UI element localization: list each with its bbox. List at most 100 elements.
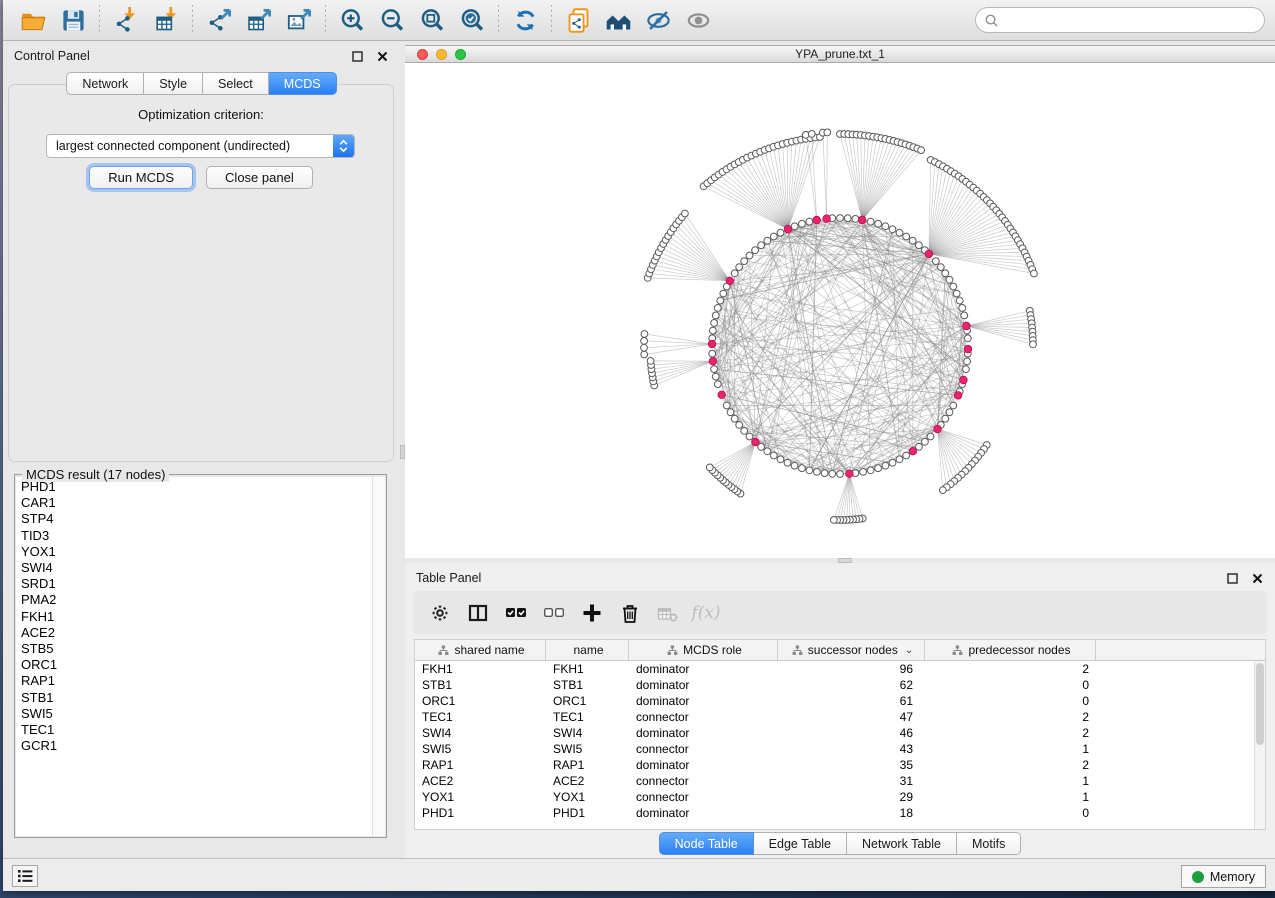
cell-name[interactable]: SWI5: [546, 741, 629, 757]
cell-mcds-role[interactable]: connector: [629, 709, 778, 725]
cell-successor-nodes[interactable]: 43: [778, 741, 925, 757]
tab-style[interactable]: Style: [144, 72, 203, 95]
cell-predecessor-nodes[interactable]: 1: [925, 773, 1096, 789]
cell-shared-name[interactable]: SWI4: [415, 725, 546, 741]
mcds-node-item[interactable]: TID3: [21, 528, 372, 544]
table-scrollbar[interactable]: [1254, 661, 1265, 829]
export-image-button[interactable]: [279, 3, 319, 37]
clone-network-button[interactable]: [558, 3, 598, 37]
cell-successor-nodes[interactable]: 62: [778, 677, 925, 693]
cell-name[interactable]: TEC1: [546, 709, 629, 725]
mcds-node-item[interactable]: ORC1: [21, 657, 372, 673]
import-network-button[interactable]: [106, 3, 146, 37]
mcds-node-item[interactable]: GCR1: [21, 738, 372, 754]
cell-predecessor-nodes[interactable]: 2: [925, 709, 1096, 725]
table-row[interactable]: SWI4SWI4dominator462: [415, 725, 1265, 741]
hide-selected-button[interactable]: [638, 3, 678, 37]
cell-name[interactable]: SWI4: [546, 725, 629, 741]
mcds-node-item[interactable]: STP4: [21, 511, 372, 527]
tab-network[interactable]: Network: [66, 72, 144, 95]
mcds-node-item[interactable]: STB5: [21, 641, 372, 657]
mcds-node-item[interactable]: YOX1: [21, 544, 372, 560]
mcds-node-item[interactable]: STB1: [21, 690, 372, 706]
cell-mcds-role[interactable]: connector: [629, 789, 778, 805]
export-table-button[interactable]: [239, 3, 279, 37]
cell-shared-name[interactable]: RAP1: [415, 757, 546, 773]
close-panel-button[interactable]: Close panel: [206, 166, 313, 189]
tab-select[interactable]: Select: [203, 72, 269, 95]
memory-button[interactable]: Memory: [1181, 865, 1266, 888]
cell-predecessor-nodes[interactable]: 1: [925, 789, 1096, 805]
export-network-button[interactable]: [199, 3, 239, 37]
column-header-shared-name[interactable]: shared name: [415, 640, 546, 660]
cell-mcds-role[interactable]: connector: [629, 773, 778, 789]
panel-menu-button[interactable]: [12, 865, 38, 887]
cell-mcds-role[interactable]: dominator: [629, 725, 778, 741]
table-row[interactable]: PHD1PHD1dominator180: [415, 805, 1265, 821]
mcds-node-item[interactable]: CAR1: [21, 495, 372, 511]
table-row[interactable]: SWI5SWI5connector431: [415, 741, 1265, 757]
cell-shared-name[interactable]: STB1: [415, 677, 546, 693]
settings-button[interactable]: [423, 597, 457, 629]
cell-mcds-role[interactable]: dominator: [629, 693, 778, 709]
mcds-node-item[interactable]: PMA2: [21, 592, 372, 608]
column-header-name[interactable]: name: [546, 640, 629, 660]
cell-shared-name[interactable]: FKH1: [415, 661, 546, 677]
table-row[interactable]: TEC1TEC1connector472: [415, 709, 1265, 725]
cell-name[interactable]: ACE2: [546, 773, 629, 789]
cell-name[interactable]: RAP1: [546, 757, 629, 773]
cell-shared-name[interactable]: PHD1: [415, 805, 546, 821]
cell-shared-name[interactable]: ORC1: [415, 693, 546, 709]
cell-successor-nodes[interactable]: 29: [778, 789, 925, 805]
close-table-panel-icon[interactable]: [1249, 570, 1265, 586]
cell-predecessor-nodes[interactable]: 0: [925, 677, 1096, 693]
cell-successor-nodes[interactable]: 18: [778, 805, 925, 821]
select-all-button[interactable]: [499, 597, 533, 629]
delete-column-button[interactable]: [613, 597, 647, 629]
table-row[interactable]: ORC1ORC1dominator610: [415, 693, 1265, 709]
tab-motifs[interactable]: Motifs: [957, 832, 1021, 855]
cell-predecessor-nodes[interactable]: 1: [925, 741, 1096, 757]
cell-shared-name[interactable]: SWI5: [415, 741, 546, 757]
deselect-all-button[interactable]: [537, 597, 571, 629]
mcds-node-item[interactable]: ACE2: [21, 625, 372, 641]
float-panel-icon[interactable]: [349, 48, 365, 64]
tab-node-table[interactable]: Node Table: [659, 832, 754, 855]
table-row[interactable]: RAP1RAP1dominator352: [415, 757, 1265, 773]
column-header-predecessor-nodes[interactable]: predecessor nodes: [925, 640, 1096, 660]
mcds-result-list[interactable]: PHD1CAR1STP4TID3YOX1SWI4SRD1PMA2FKH1ACE2…: [16, 477, 372, 836]
zoom-selected-button[interactable]: [452, 3, 492, 37]
network-canvas[interactable]: [405, 63, 1275, 558]
tab-edge-table[interactable]: Edge Table: [754, 832, 847, 855]
cell-successor-nodes[interactable]: 47: [778, 709, 925, 725]
zoom-in-button[interactable]: [332, 3, 372, 37]
tab-network-table[interactable]: Network Table: [847, 832, 957, 855]
mcds-node-item[interactable]: RAP1: [21, 673, 372, 689]
show-all-button[interactable]: [678, 3, 718, 37]
open-session-button[interactable]: [13, 3, 53, 37]
save-session-button[interactable]: [53, 3, 93, 37]
cell-predecessor-nodes[interactable]: 2: [925, 725, 1096, 741]
mcds-node-item[interactable]: TEC1: [21, 722, 372, 738]
mcds-node-item[interactable]: SWI5: [21, 706, 372, 722]
cell-predecessor-nodes[interactable]: 0: [925, 693, 1096, 709]
cell-name[interactable]: ORC1: [546, 693, 629, 709]
run-mcds-button[interactable]: Run MCDS: [89, 166, 193, 189]
float-table-panel-icon[interactable]: [1224, 570, 1240, 586]
cell-successor-nodes[interactable]: 46: [778, 725, 925, 741]
mcds-node-item[interactable]: SWI4: [21, 560, 372, 576]
search-input[interactable]: [999, 13, 1256, 27]
mcds-list-scrollbar[interactable]: [372, 477, 385, 836]
cell-mcds-role[interactable]: dominator: [629, 805, 778, 821]
column-header-successor-nodes[interactable]: successor nodes⌄: [778, 640, 925, 660]
cell-predecessor-nodes[interactable]: 0: [925, 805, 1096, 821]
cell-mcds-role[interactable]: connector: [629, 741, 778, 757]
zoom-out-button[interactable]: [372, 3, 412, 37]
tab-mcds[interactable]: MCDS: [269, 72, 337, 95]
close-panel-icon[interactable]: [374, 48, 390, 64]
cell-mcds-role[interactable]: dominator: [629, 677, 778, 693]
table-row[interactable]: ACE2ACE2connector311: [415, 773, 1265, 789]
cell-shared-name[interactable]: YOX1: [415, 789, 546, 805]
cell-predecessor-nodes[interactable]: 2: [925, 757, 1096, 773]
optimization-criterion-select[interactable]: largest connected component (undirected): [46, 134, 355, 158]
